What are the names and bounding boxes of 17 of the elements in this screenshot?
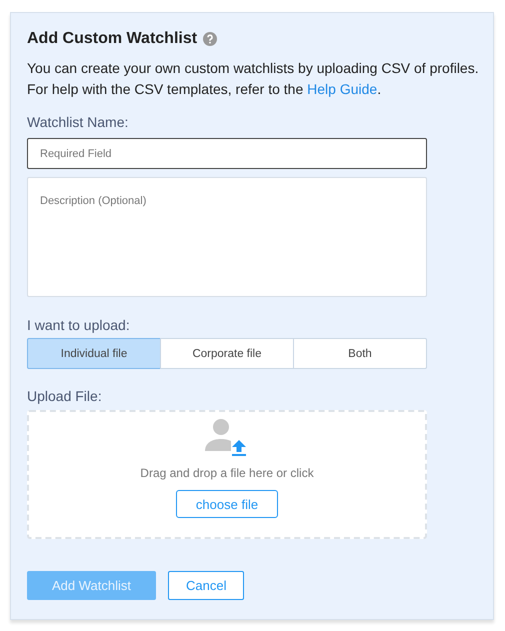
upload-type-option[interactable]: Both bbox=[293, 338, 427, 369]
form-title: Add Custom Watchlist bbox=[27, 30, 198, 48]
choose-file-button[interactable]: choose file bbox=[176, 490, 278, 518]
field-label: Upload File: bbox=[27, 388, 103, 404]
field-label: Watchlist Name: bbox=[27, 114, 130, 130]
upload-type-option[interactable]: Individual file bbox=[27, 338, 161, 369]
drop-hint-text: Drag and drop a file here or click bbox=[140, 466, 314, 480]
upload-type-option[interactable]: Corporate file bbox=[160, 338, 294, 369]
file-dropzone[interactable]: Drag and drop a file here or click choose file bbox=[27, 410, 427, 539]
help-icon[interactable] bbox=[203, 32, 218, 46]
help-guide-link[interactable]: Help Guide bbox=[307, 81, 378, 97]
cancel-button[interactable]: Cancel bbox=[168, 571, 244, 600]
intro-text: You can create your own custom watchlists by uploading CSV of profiles. For help with the CSV templates, refer to the Help Guide. bbox=[27, 59, 480, 99]
name-input[interactable]: Required Field bbox=[27, 138, 427, 169]
field-label: I want to upload: bbox=[27, 317, 131, 333]
description-input[interactable]: Description (Optional) bbox=[27, 177, 427, 297]
user-upload-icon bbox=[205, 418, 249, 458]
